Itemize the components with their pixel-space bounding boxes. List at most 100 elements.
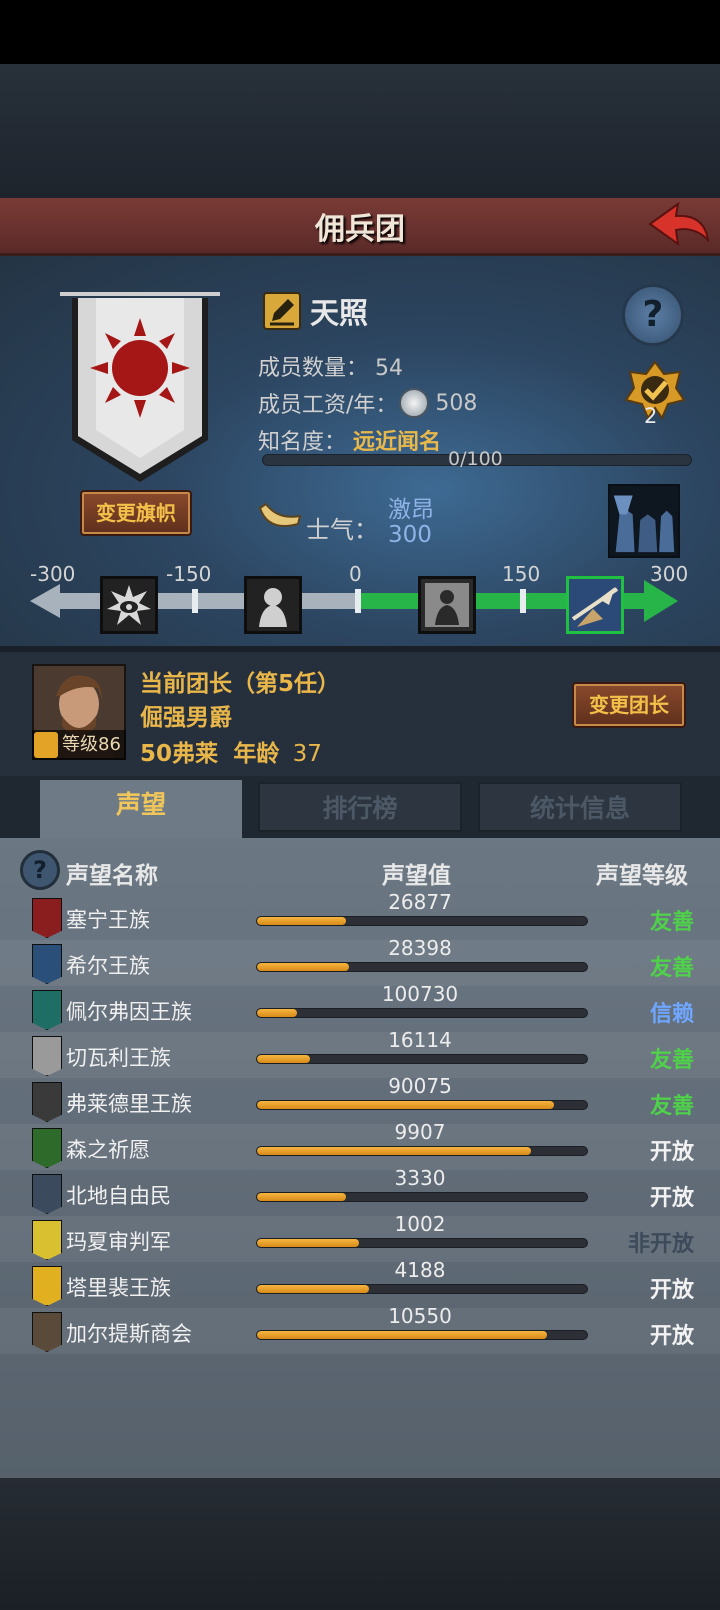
reputation-progress-bar [256, 1008, 588, 1018]
reputation-progress-bar [256, 1192, 588, 1202]
faction-crest-icon [32, 1128, 62, 1168]
morale-steady-icon[interactable] [418, 576, 476, 634]
wage-value: 508 [435, 390, 478, 416]
reputation-progress-bar [256, 916, 588, 926]
reputation-progress-bar [256, 1100, 588, 1110]
back-arrow-icon[interactable] [646, 200, 712, 252]
leader-money: 50弗莱 [140, 741, 219, 767]
faction-reputation-level: 友善 [649, 1094, 694, 1119]
edit-pen-icon[interactable] [262, 291, 302, 331]
reputation-progress-bar [256, 962, 588, 972]
faction-name: 希尔王族 [66, 954, 150, 978]
reputation-progress-bar [256, 1330, 588, 1340]
scale-label: 0 [349, 562, 362, 586]
faction-reputation-level: 开放 [649, 1278, 694, 1303]
change-leader-button[interactable]: 变更团长 [572, 682, 686, 728]
faction-crest-icon [32, 898, 62, 938]
status-bar [0, 0, 720, 64]
reputation-progress-fill [257, 1101, 554, 1109]
reputation-row[interactable]: 佩尔弗因王族 100730 信赖 [0, 982, 720, 1032]
faction-reputation-level: 非开放 [627, 1232, 694, 1257]
faction-name: 加尔提斯商会 [66, 1322, 192, 1346]
reputation-row[interactable]: 塔里裴王族 4188 开放 [0, 1258, 720, 1308]
company-banner-icon[interactable] [60, 290, 220, 490]
reputation-progress-fill [257, 1147, 531, 1155]
leader-stats: 50弗莱 年龄 37 [140, 734, 322, 768]
faction-reputation-value: 16114 [388, 1028, 452, 1052]
reputation-progress-fill [257, 917, 347, 925]
fame-row: 知名度： 远近闻名 [258, 424, 441, 456]
reputation-row[interactable]: 切瓦利王族 16114 友善 [0, 1028, 720, 1078]
wage-label: 成员工资/年： [258, 393, 398, 418]
scale-label: -300 [30, 562, 76, 586]
faction-name: 塞宁王族 [66, 908, 150, 932]
faction-crest-icon [32, 1220, 62, 1260]
leader-age: 37 [292, 741, 322, 767]
morale-high-icon[interactable] [566, 576, 624, 634]
faction-crest-icon [32, 1082, 62, 1122]
fame-rank: 远近闻名 [353, 430, 442, 455]
reputation-progress-fill [257, 1009, 297, 1017]
faction-reputation-level: 开放 [649, 1324, 694, 1349]
faction-reputation-value: 26877 [388, 890, 452, 914]
faction-name: 佩尔弗因王族 [66, 1000, 192, 1024]
scale-tick [520, 589, 526, 613]
fame-label: 知名度： [258, 430, 347, 455]
reputation-progress-fill [257, 963, 350, 971]
reputation-progress-bar [256, 1054, 588, 1064]
faction-reputation-value: 10550 [388, 1304, 452, 1328]
tab-ranking[interactable]: 排行榜 [258, 782, 462, 832]
morale-word: 激昂 [388, 497, 434, 523]
background-top [0, 64, 720, 199]
reputation-row[interactable]: 塞宁王族 26877 友善 [0, 890, 720, 940]
morale-broken-icon[interactable] [100, 576, 158, 634]
scale-tick [355, 589, 361, 613]
page-title: 佣兵团 [315, 212, 405, 247]
members-row: 成员数量： 54 [258, 350, 403, 382]
help-icon[interactable]: ? [622, 284, 684, 346]
reputation-row[interactable]: 森之祈愿 9907 开放 [0, 1120, 720, 1170]
reputation-row[interactable]: 北地自由民 3330 开放 [0, 1166, 720, 1216]
soldiers-icon[interactable] [608, 484, 680, 558]
achievement-count: 2 [644, 404, 658, 428]
faction-reputation-value: 28398 [388, 936, 452, 960]
reputation-progress-fill [257, 1285, 370, 1293]
faction-reputation-level: 开放 [649, 1140, 694, 1165]
morale-low-icon[interactable] [244, 576, 302, 634]
reputation-progress-fill [257, 1055, 310, 1063]
tab-reputation[interactable]: 声望 [40, 780, 242, 838]
faction-reputation-value: 9907 [394, 1120, 446, 1144]
leader-title: 当前团长（第5任） [140, 671, 341, 697]
faction-name: 玛夏审判军 [66, 1230, 171, 1254]
scale-tick [192, 589, 198, 613]
faction-crest-icon [32, 1174, 62, 1214]
faction-reputation-level: 信赖 [649, 1002, 694, 1027]
change-banner-button[interactable]: 变更旗帜 [80, 490, 192, 536]
tab-statistics[interactable]: 统计信息 [478, 782, 682, 832]
reputation-row[interactable]: 弗莱德里王族 90075 友善 [0, 1074, 720, 1124]
faction-reputation-value: 1002 [394, 1212, 446, 1236]
reputation-row[interactable]: 希尔王族 28398 友善 [0, 936, 720, 986]
faction-name: 弗莱德里王族 [66, 1092, 192, 1116]
members-label: 成员数量： [258, 356, 369, 381]
horn-icon [258, 502, 302, 527]
column-header-name: 声望名称 [66, 863, 158, 889]
company-name-row: 天照 [262, 290, 368, 332]
faction-name: 塔里裴王族 [66, 1276, 171, 1300]
reputation-help-icon[interactable]: ? [20, 850, 60, 890]
morale-label: 士气： [306, 516, 378, 544]
reputation-progress-bar [256, 1238, 588, 1248]
reputation-progress-bar [256, 1284, 588, 1294]
reputation-row[interactable]: 玛夏审判军 1002 非开放 [0, 1212, 720, 1262]
faction-reputation-level: 友善 [649, 956, 694, 981]
faction-crest-icon [32, 990, 62, 1030]
background-bottom [0, 1478, 720, 1610]
reputation-progress-bar [256, 1146, 588, 1156]
leader-age-label: 年龄 [233, 741, 280, 767]
faction-reputation-level: 友善 [649, 910, 694, 935]
reputation-progress-fill [257, 1193, 347, 1201]
reputation-row[interactable]: 加尔提斯商会 10550 开放 [0, 1304, 720, 1354]
level-icon [34, 732, 58, 758]
faction-name: 北地自由民 [66, 1184, 171, 1208]
faction-crest-icon [32, 1036, 62, 1076]
